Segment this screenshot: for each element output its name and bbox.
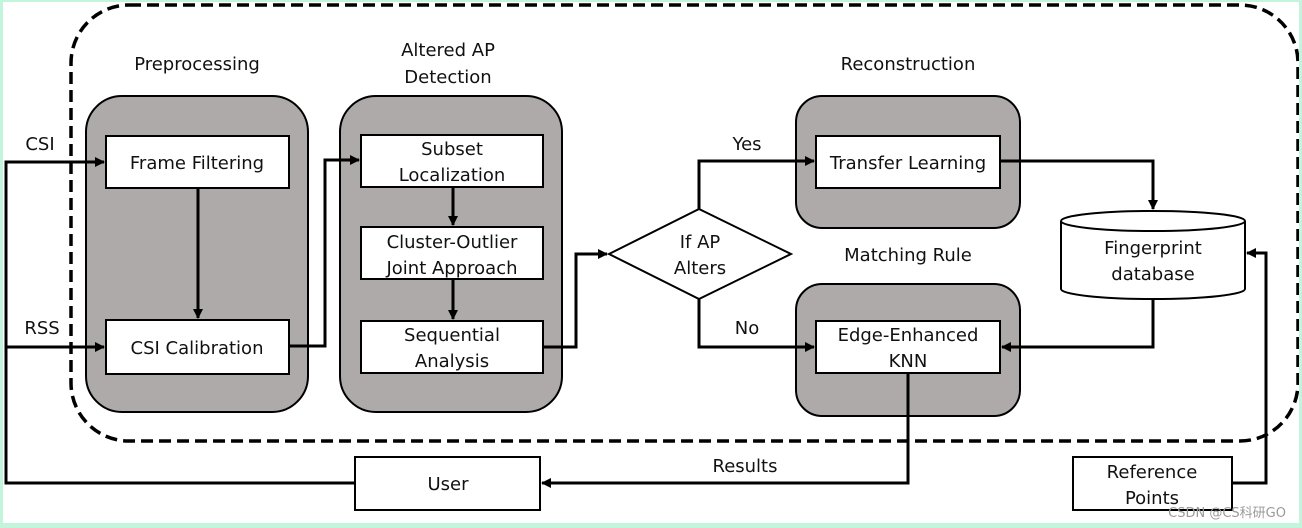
group-altered-ap-title-line1: Altered AP bbox=[401, 40, 495, 61]
node-transfer-learning-label: Transfer Learning bbox=[829, 153, 986, 174]
edge-label-yes: Yes bbox=[731, 134, 761, 155]
decision-line2: Alters bbox=[674, 258, 726, 279]
node-decision-ap-alters[interactable]: If AP Alters bbox=[606, 207, 794, 301]
diagram-canvas: Preprocessing Altered AP Detection Recon… bbox=[3, 2, 1299, 523]
node-user-label: User bbox=[427, 474, 469, 495]
group-altered-ap-title-line2: Detection bbox=[404, 67, 491, 88]
node-fingerprint-database[interactable]: Fingerprint database bbox=[1060, 210, 1246, 300]
node-transfer-learning[interactable]: Transfer Learning bbox=[815, 135, 1001, 189]
node-edge-knn-line2: KNN bbox=[889, 351, 928, 372]
node-frame-filtering[interactable]: Frame Filtering bbox=[105, 135, 290, 189]
node-subset-localization-line1: Subset bbox=[421, 139, 483, 160]
node-cluster-outlier-line1: Cluster-Outlier bbox=[387, 232, 518, 253]
node-csi-calibration[interactable]: CSI Calibration bbox=[105, 319, 290, 375]
node-subset-localization-line2: Localization bbox=[399, 165, 506, 186]
node-reference-points[interactable]: Reference Points bbox=[1072, 456, 1233, 511]
node-user[interactable]: User bbox=[354, 456, 541, 511]
edge-transfer-to-db bbox=[1000, 159, 1158, 210]
edge-label-results: Results bbox=[713, 456, 778, 477]
node-csi-calibration-label: CSI Calibration bbox=[131, 338, 264, 359]
node-sequential-analysis-line1: Sequential bbox=[404, 325, 500, 346]
input-label-csi: CSI bbox=[25, 134, 54, 155]
group-reconstruction-title: Reconstruction bbox=[841, 54, 976, 75]
node-edge-enhanced-knn[interactable]: Edge-Enhanced KNN bbox=[815, 320, 1001, 374]
node-cluster-outlier[interactable]: Cluster-Outlier Joint Approach bbox=[360, 226, 544, 280]
fingerprint-db-line1: Fingerprint bbox=[1104, 238, 1202, 259]
group-preprocessing-title: Preprocessing bbox=[134, 54, 260, 75]
fingerprint-db-line2: database bbox=[1111, 264, 1194, 285]
node-sequential-analysis[interactable]: Sequential Analysis bbox=[360, 320, 544, 374]
edge-label-no: No bbox=[735, 318, 759, 339]
group-matching-rule-title: Matching Rule bbox=[844, 245, 972, 266]
decision-line1: If AP bbox=[680, 232, 721, 253]
reference-points-line1: Reference bbox=[1107, 462, 1198, 483]
node-cluster-outlier-line2: Joint Approach bbox=[385, 258, 517, 279]
watermark: CSDN @CS科研GO bbox=[1168, 506, 1286, 521]
node-subset-localization[interactable]: Subset Localization bbox=[360, 134, 544, 188]
input-label-rss: RSS bbox=[24, 318, 59, 339]
edge-db-to-knn bbox=[1001, 299, 1155, 352]
node-frame-filtering-label: Frame Filtering bbox=[130, 153, 264, 174]
node-edge-knn-line1: Edge-Enhanced bbox=[838, 325, 979, 346]
flowchart: Preprocessing Altered AP Detection Recon… bbox=[4, 3, 1299, 521]
node-sequential-analysis-line2: Analysis bbox=[415, 351, 489, 372]
